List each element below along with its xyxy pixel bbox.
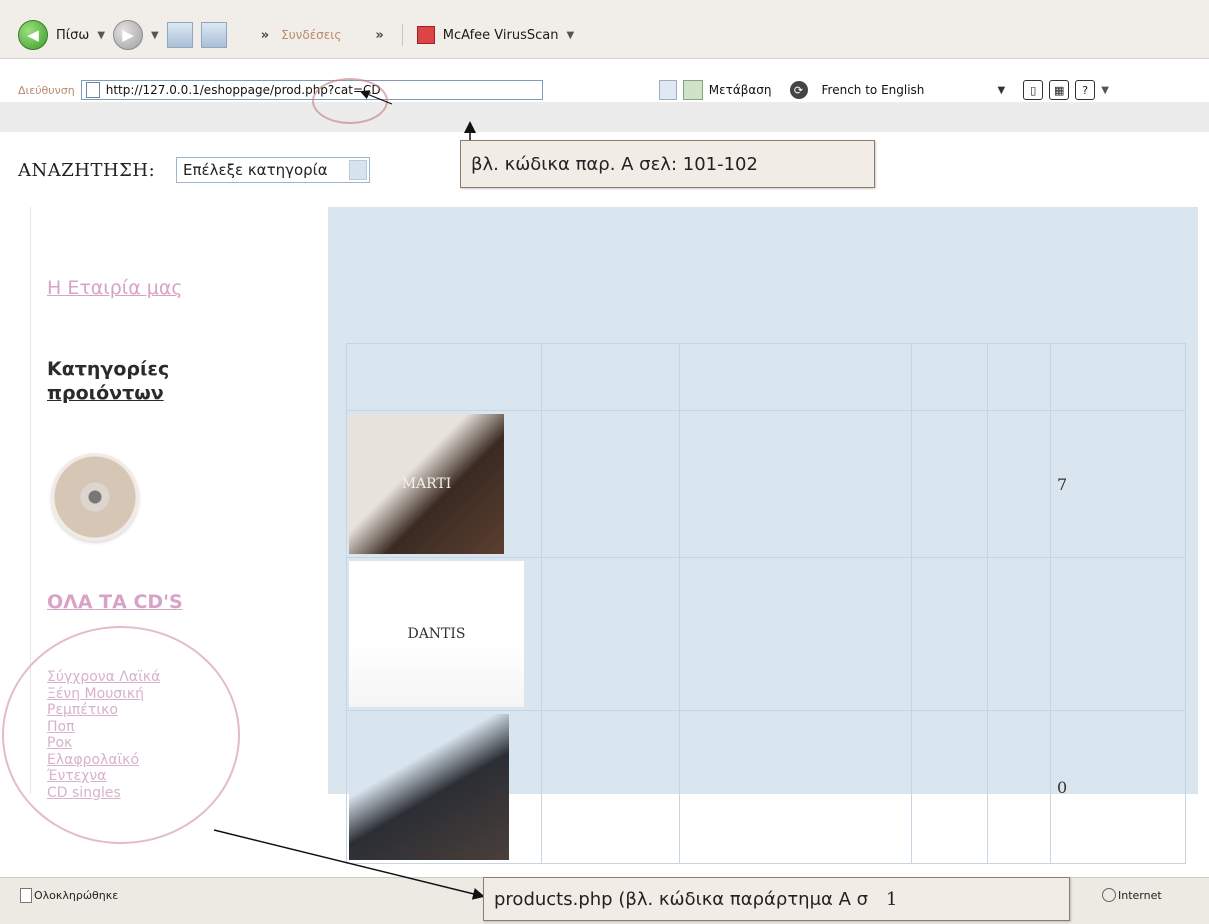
annotation-arrows — [213, 90, 485, 900]
callout-bottom-page: 1 — [886, 888, 898, 910]
arrow-url-pointer — [359, 90, 393, 105]
annotation-callout-bottom: products.php (βλ. κώδικα παράρτημα Α σ 1 — [483, 877, 1070, 921]
callout-bottom-text: products.php (βλ. κώδικα παράρτημα Α σ — [494, 888, 869, 910]
arrow-to-bottom-callout — [213, 829, 485, 900]
annotation-callout-top: βλ. κώδικα παρ. Α σελ: 101-102 — [460, 140, 875, 188]
